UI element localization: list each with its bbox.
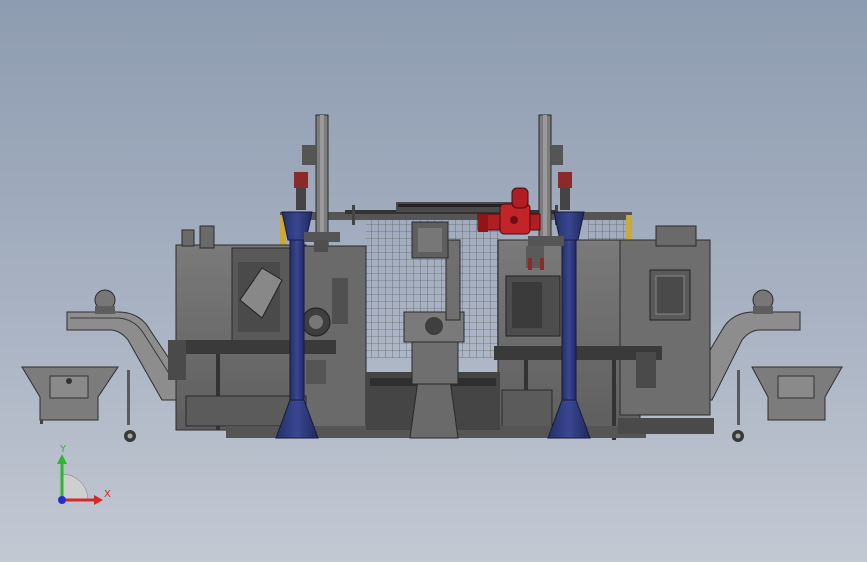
left-chip-conveyor: [21, 289, 179, 442]
z-axis-dot: [58, 496, 66, 504]
machine-assembly-drawing: Y X: [21, 114, 843, 505]
x-axis-label: X: [104, 489, 111, 500]
left-cnc-lathe: [168, 225, 367, 437]
cad-viewport[interactable]: Y X: [0, 0, 867, 562]
coordinate-triad: Y X: [57, 444, 111, 505]
right-chip-conveyor: [696, 289, 843, 442]
y-axis-label: Y: [59, 444, 67, 455]
